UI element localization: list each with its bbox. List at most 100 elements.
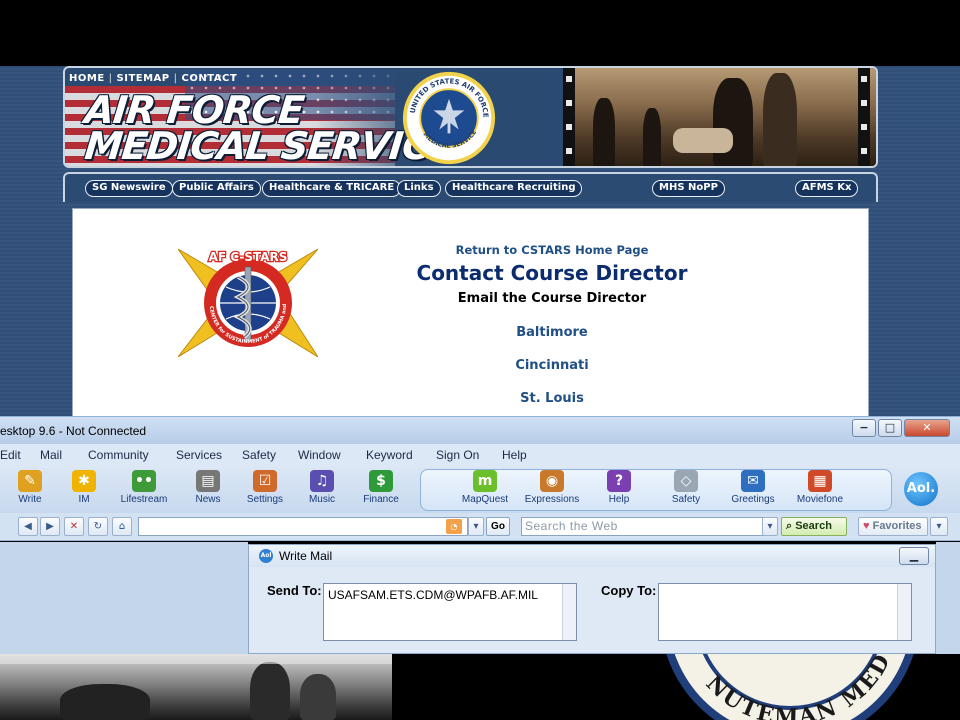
nav-pill-mhs-nopp[interactable]: MHS NoPP [652, 180, 725, 197]
search-icon: ⌕ [786, 520, 796, 532]
menu-services[interactable]: Services [176, 448, 222, 462]
minimize-button[interactable]: − [852, 419, 876, 437]
toolbar-finance-label: Finance [363, 494, 399, 505]
popcorn-icon: ▦ [808, 470, 832, 492]
forward-button[interactable]: ▶ [40, 517, 60, 536]
email-heading: Email the Course Director [457, 291, 647, 306]
toolbar-lifestream-button[interactable]: •• Lifestream [114, 470, 174, 505]
toolbar-music-button[interactable]: ♫ Music [292, 470, 352, 505]
toolbar-lifestream-label: Lifestream [120, 494, 168, 505]
toolbar-write-label: Write [18, 494, 42, 505]
toolbar-safety-button[interactable]: ◇ Safety [656, 470, 716, 505]
refresh-button[interactable]: ↻ [88, 517, 108, 536]
hospital-photo [563, 68, 876, 166]
search-button[interactable]: ⌕ Search [781, 517, 847, 536]
toolbar-finance-button[interactable]: $ Finance [351, 470, 411, 505]
content-panel: AF C-STARS CENTER for SUSTAINMENT of TRA… [72, 208, 869, 426]
toolbar-help-button[interactable]: ? Help [589, 470, 649, 505]
close-button[interactable]: ✕ [904, 419, 950, 437]
help-icon: ? [607, 470, 631, 492]
nav-pill-afms-kx[interactable]: AFMS Kx [795, 180, 859, 197]
nav-home-link[interactable]: HOME [69, 73, 105, 84]
shield-icon: ◇ [674, 470, 698, 492]
toolbar-expressions-button[interactable]: ◉ Expressions [522, 470, 582, 505]
menu-bar: Edit Mail Community Services Safety Wind… [0, 444, 960, 467]
window-title: esktop 9.6 - Not Connected [0, 424, 147, 438]
site-nav-bar: SG Newswire Public Affairs Healthcare & … [63, 172, 878, 202]
menu-safety[interactable]: Safety [242, 448, 276, 462]
send-to-label: Send To: [267, 583, 322, 598]
return-cstars-link[interactable]: Return to CSTARS Home Page [373, 243, 731, 257]
copy-to-label: Copy To: [601, 583, 657, 598]
write-mail-titlebar[interactable]: Aol Write Mail ▁ [249, 545, 935, 567]
city-link-st-louis[interactable]: St. Louis [373, 391, 731, 406]
af-cstars-logo: AF C-STARS CENTER for SUSTAINMENT of TRA… [178, 247, 318, 358]
copy-to-field[interactable] [658, 583, 912, 641]
stop-button[interactable]: ✕ [64, 517, 84, 536]
menu-keyword[interactable]: Keyword [366, 448, 413, 462]
toolbar-help-label: Help [608, 494, 630, 505]
write-mail-minimize-button[interactable]: ▁ [899, 547, 929, 565]
go-button[interactable]: Go [486, 517, 510, 536]
city-link-cincinnati[interactable]: Cincinnati [373, 358, 731, 373]
aol-logo[interactable]: Aol. [904, 472, 938, 506]
site-banner: HOME | SITEMAP | CONTACT AIR FORCE MEDIC… [63, 66, 878, 168]
heart-icon: ♥ [863, 520, 873, 532]
nav-pill-healthcare-recruiting[interactable]: Healthcare Recruiting [445, 180, 583, 197]
nav-pill-sg-newswire[interactable]: SG Newswire [85, 180, 173, 197]
nav-pill-links[interactable]: Links [397, 180, 441, 197]
toolbar-moviefone-button[interactable]: ▦ Moviefone [790, 470, 850, 505]
copy-to-scrollbar[interactable] [897, 584, 911, 640]
home-icon[interactable]: ⌂ [112, 517, 132, 536]
favorites-button-label: Favorites [872, 520, 922, 532]
send-to-value: USAFSAM.ETS.CDM@WPAFB.AF.MIL [328, 588, 538, 602]
city-link-baltimore[interactable]: Baltimore [373, 325, 731, 340]
settings-icon: ☑ [253, 470, 277, 492]
page-title: Contact Course Director [416, 261, 688, 285]
toolbar-news-button[interactable]: ▤ News [178, 470, 238, 505]
toolbar-settings-button[interactable]: ☑ Settings [235, 470, 295, 505]
menu-community[interactable]: Community [88, 448, 149, 462]
running-man-icon: ✱ [72, 470, 96, 492]
headphones-icon: ♫ [310, 470, 334, 492]
rss-icon[interactable]: ◔ [446, 519, 462, 534]
mapquest-icon: m [473, 470, 497, 492]
nav-pill-healthcare-tricare[interactable]: Healthcare & TRICARE [262, 180, 402, 197]
nav-contact-link[interactable]: CONTACT [182, 73, 238, 84]
menu-window[interactable]: Window [298, 448, 341, 462]
menu-edit[interactable]: Edit [0, 448, 21, 462]
toolbar-greetings-button[interactable]: ✉ Greetings [723, 470, 783, 505]
back-button[interactable]: ◀ [18, 517, 38, 536]
menu-sign-on[interactable]: Sign On [436, 448, 479, 462]
toolbar-expressions-label: Expressions [524, 494, 580, 505]
film-strip-left [563, 68, 575, 166]
address-dropdown-button[interactable]: ▾ [468, 517, 484, 536]
menu-help[interactable]: Help [502, 448, 527, 462]
toolbar-moviefone-label: Moviefone [796, 494, 844, 505]
film-strip-right [858, 68, 870, 166]
nav-sitemap-link[interactable]: SITEMAP [117, 73, 170, 84]
toolbar-im-button[interactable]: ✱ IM [54, 470, 114, 505]
write-mail-window: Aol Write Mail ▁ Send To: USAFSAM.ETS.CD… [248, 544, 936, 654]
maximize-button[interactable]: □ [878, 419, 902, 437]
favorites-dropdown-button[interactable]: ▾ [930, 517, 948, 536]
screen: HOME | SITEMAP | CONTACT AIR FORCE MEDIC… [0, 0, 960, 720]
left-pane [0, 542, 248, 654]
address-input[interactable] [138, 517, 468, 536]
nav-pill-public-affairs[interactable]: Public Affairs [172, 180, 261, 197]
palette-icon: ◉ [540, 470, 564, 492]
search-dropdown-button[interactable]: ▾ [762, 517, 778, 536]
toolbar-write-button[interactable]: ✎ Write [0, 470, 60, 505]
nav-separator: | [173, 73, 178, 84]
window-titlebar[interactable]: esktop 9.6 - Not Connected − □ ✕ [0, 416, 960, 444]
afms-web-page: HOME | SITEMAP | CONTACT AIR FORCE MEDIC… [0, 66, 960, 426]
historical-photo [0, 654, 392, 720]
send-to-field[interactable]: USAFSAM.ETS.CDM@WPAFB.AF.MIL [323, 583, 577, 641]
menu-mail[interactable]: Mail [40, 448, 62, 462]
send-to-scrollbar[interactable] [562, 584, 576, 640]
toolbar-mapquest-button[interactable]: m MapQuest [455, 470, 515, 505]
news-icon: ▤ [196, 470, 220, 492]
search-input[interactable]: Search the Web [521, 517, 765, 536]
favorites-button[interactable]: ♥ Favorites [858, 517, 928, 536]
lifestream-icon: •• [132, 470, 156, 492]
